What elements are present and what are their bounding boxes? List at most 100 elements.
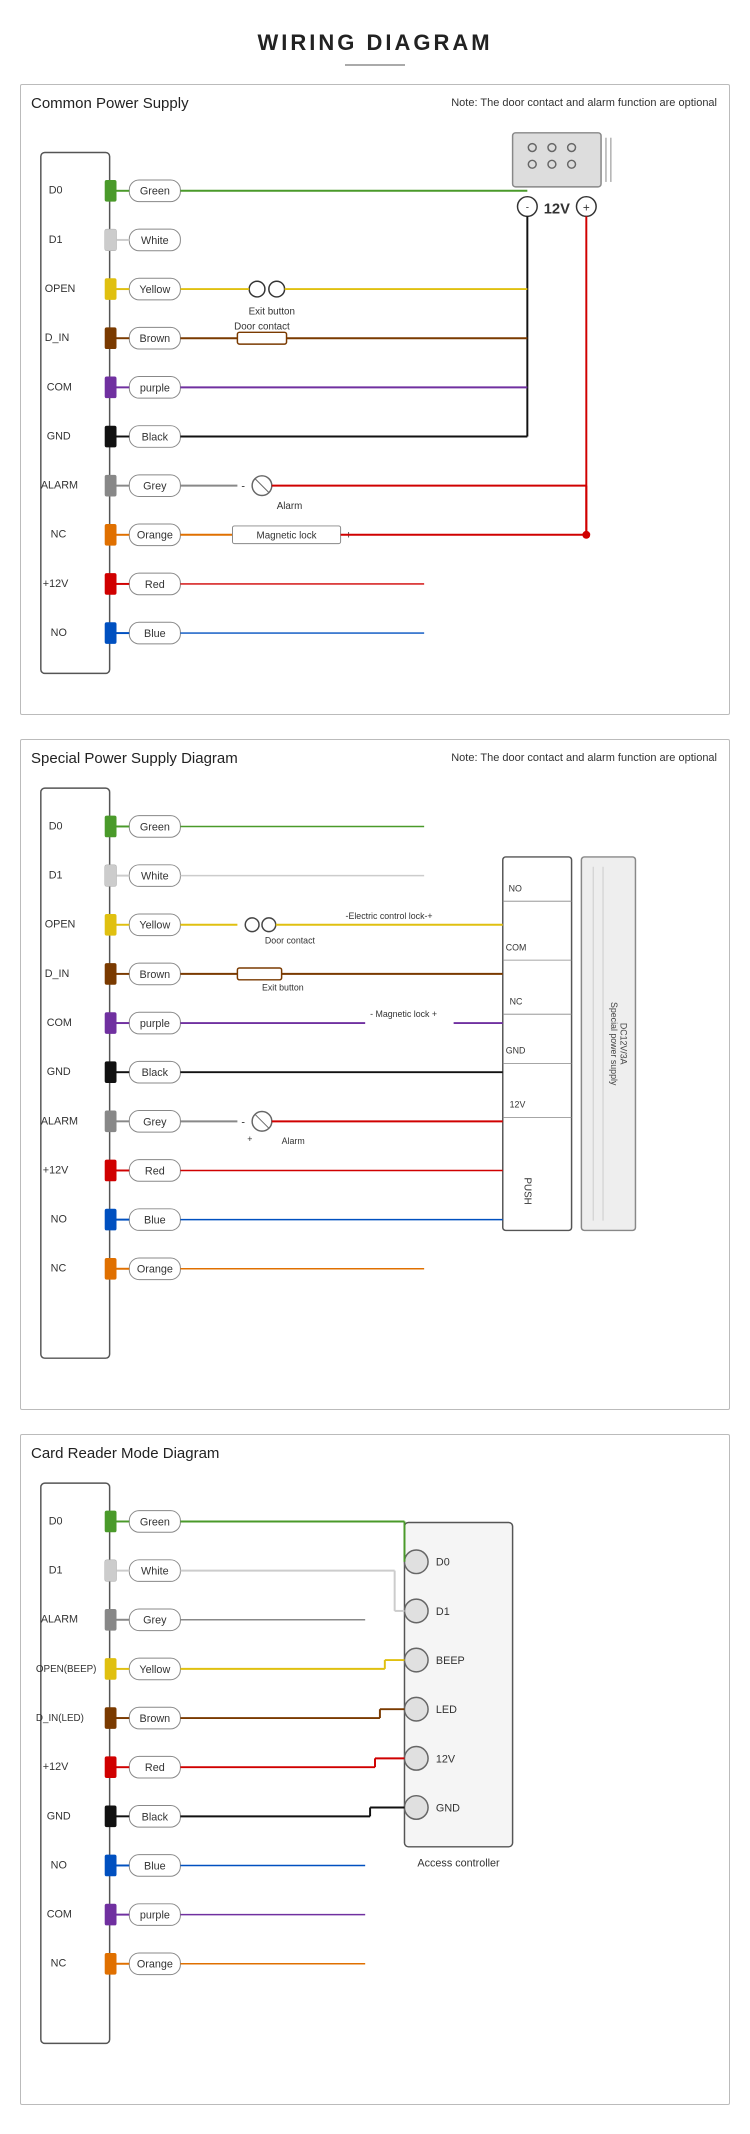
svg-text:+12V: +12V: [43, 1164, 69, 1176]
svg-text:Brown: Brown: [140, 1713, 171, 1725]
svg-text:NO: NO: [509, 883, 522, 893]
svg-text:D1: D1: [49, 234, 63, 246]
svg-text:Green: Green: [140, 186, 170, 198]
diagram3-section: Card Reader Mode Diagram D0 D1 ALARM OPE…: [20, 1434, 730, 2105]
svg-text:D0: D0: [49, 820, 63, 832]
svg-text:Door contact: Door contact: [234, 321, 290, 332]
svg-text:ALARM: ALARM: [41, 1614, 78, 1626]
svg-text:Orange: Orange: [137, 1959, 173, 1971]
svg-text:Blue: Blue: [144, 1215, 166, 1227]
svg-text:ALARM: ALARM: [41, 1115, 78, 1127]
svg-text:OPEN: OPEN: [45, 283, 76, 295]
svg-text:COM: COM: [47, 381, 72, 393]
svg-text:12V: 12V: [510, 1100, 526, 1110]
svg-text:NC: NC: [510, 996, 523, 1006]
svg-text:Green: Green: [140, 1516, 170, 1528]
diagram2-svg: D0 D1 OPEN D_IN COM GND ALARM +12V NO NC…: [31, 773, 719, 1393]
svg-text:OPEN: OPEN: [45, 919, 76, 931]
svg-text:White: White: [141, 1566, 169, 1578]
svg-text:Grey: Grey: [143, 1615, 167, 1627]
svg-text:D_IN: D_IN: [45, 968, 70, 980]
svg-text:COM: COM: [506, 942, 527, 952]
svg-text:GND: GND: [47, 1066, 71, 1078]
svg-text:D1: D1: [49, 1565, 63, 1577]
svg-text:Blue: Blue: [144, 628, 166, 640]
svg-text:Grey: Grey: [143, 1116, 167, 1128]
svg-text:BEEP: BEEP: [436, 1655, 465, 1667]
svg-text:+: +: [247, 1134, 252, 1144]
svg-text:purple: purple: [140, 1910, 170, 1922]
svg-text:GND: GND: [47, 430, 71, 442]
svg-text:NC: NC: [51, 529, 67, 541]
svg-text:purple: purple: [140, 1018, 170, 1030]
svg-text:-: -: [241, 1116, 245, 1128]
svg-text:D0: D0: [436, 1557, 450, 1569]
svg-text:NO: NO: [51, 1859, 67, 1871]
svg-text:Yellow: Yellow: [139, 920, 170, 932]
diagram3-svg: D0 D1 ALARM OPEN(BEEP) D_IN(LED) +12V GN…: [31, 1468, 719, 2088]
title-divider: [345, 64, 405, 66]
svg-text:D1: D1: [49, 870, 63, 882]
svg-text:Blue: Blue: [144, 1860, 166, 1872]
svg-text:-Electric control lock-+: -Electric control lock-+: [346, 911, 433, 921]
diagram2-section: Special Power Supply Diagram Note: The d…: [20, 739, 730, 1410]
svg-text:Black: Black: [142, 1067, 169, 1079]
svg-text:Exit button: Exit button: [249, 307, 295, 318]
svg-text:Red: Red: [145, 1165, 165, 1177]
svg-text:Grey: Grey: [143, 481, 167, 493]
svg-text:+12V: +12V: [43, 578, 69, 590]
svg-text:Black: Black: [142, 1811, 169, 1823]
svg-text:D0: D0: [49, 1515, 63, 1527]
svg-text:Exit button: Exit button: [262, 983, 304, 993]
svg-text:D_IN: D_IN: [45, 332, 70, 344]
diagram1-svg: D0 D1 OPEN D_IN COM GND ALARM NC +12V NO: [31, 118, 719, 698]
page-title: WIRING DIAGRAM: [0, 0, 750, 64]
svg-text:GND: GND: [436, 1802, 460, 1814]
svg-text:Yellow: Yellow: [139, 1664, 170, 1676]
svg-text:+12V: +12V: [43, 1761, 69, 1773]
svg-text:Yellow: Yellow: [139, 284, 170, 296]
svg-text:PUSH: PUSH: [521, 1177, 532, 1204]
svg-text:Magnetic lock: Magnetic lock: [257, 531, 317, 542]
svg-text:12V: 12V: [436, 1753, 456, 1765]
diagram1-section: Common Power Supply Note: The door conta…: [20, 84, 730, 715]
svg-text:12V: 12V: [544, 201, 570, 217]
svg-text:Green: Green: [140, 821, 170, 833]
svg-text:purple: purple: [140, 382, 170, 394]
diagram2-note: Note: The door contact and alarm functio…: [451, 752, 717, 764]
svg-text:Access controller: Access controller: [417, 1857, 500, 1869]
svg-text:GND: GND: [47, 1810, 71, 1822]
svg-text:Alarm: Alarm: [277, 501, 303, 512]
svg-text:Brown: Brown: [140, 333, 171, 345]
svg-text:Orange: Orange: [137, 1264, 173, 1276]
svg-text:White: White: [141, 235, 169, 247]
diagram1-note: Note: The door contact and alarm functio…: [451, 97, 717, 109]
svg-text:DC12V/3A: DC12V/3A: [619, 1023, 629, 1065]
svg-text:White: White: [141, 871, 169, 883]
svg-text:Special power supply: Special power supply: [609, 1002, 619, 1086]
diagram3-label: Card Reader Mode Diagram: [31, 1445, 719, 1462]
svg-text:-: -: [241, 481, 245, 493]
svg-text:Alarm: Alarm: [282, 1136, 305, 1146]
svg-text:D0: D0: [49, 185, 63, 197]
svg-text:D_IN(LED): D_IN(LED): [36, 1713, 84, 1724]
svg-text:Black: Black: [142, 431, 169, 443]
svg-text:COM: COM: [47, 1909, 72, 1921]
svg-text:OPEN(BEEP): OPEN(BEEP): [36, 1664, 97, 1675]
svg-text:D1: D1: [436, 1606, 450, 1618]
svg-text:Door contact: Door contact: [265, 935, 316, 945]
svg-text:COM: COM: [47, 1017, 72, 1029]
svg-text:NC: NC: [51, 1263, 67, 1275]
svg-text:NO: NO: [51, 1214, 67, 1226]
svg-text:- Magnetic lock +: - Magnetic lock +: [370, 1009, 437, 1019]
svg-text:+: +: [583, 201, 590, 214]
svg-text:NC: NC: [51, 1958, 67, 1970]
svg-text:Red: Red: [145, 1762, 165, 1774]
svg-text:NO: NO: [51, 627, 67, 639]
svg-text:LED: LED: [436, 1704, 457, 1716]
svg-text:GND: GND: [506, 1046, 526, 1056]
svg-text:Brown: Brown: [140, 969, 171, 981]
svg-text:Orange: Orange: [137, 530, 173, 542]
svg-text:Red: Red: [145, 579, 165, 591]
svg-text:ALARM: ALARM: [41, 480, 78, 492]
